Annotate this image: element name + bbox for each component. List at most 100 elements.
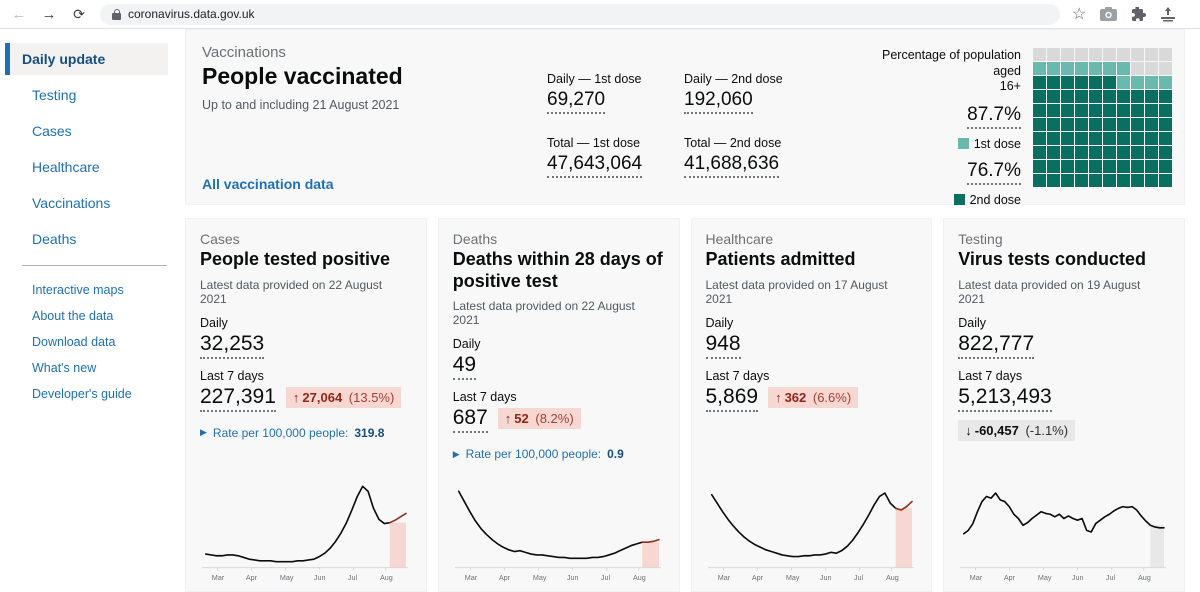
- rate-label: Rate per 100,000 people:: [465, 447, 602, 462]
- waffle-cell: [1047, 62, 1060, 75]
- extensions-puzzle-icon[interactable]: [1131, 6, 1147, 22]
- waffle-cell: [1089, 104, 1102, 117]
- back-icon[interactable]: ←: [10, 6, 28, 23]
- daily-value[interactable]: 49: [452, 353, 477, 381]
- metric-value[interactable]: 41,688,636: [684, 153, 780, 178]
- daily-label: Daily: [200, 315, 228, 330]
- waffle-cell: [1061, 48, 1074, 61]
- latest-incomplete-band: [642, 542, 659, 568]
- waffle-cell: [1145, 146, 1158, 159]
- x-axis-label: Jun: [314, 573, 326, 582]
- trend-line: [710, 492, 897, 558]
- change-badge[interactable]: ↑ 52 (8.2%): [497, 408, 581, 430]
- testing-trend-chart: Mar Apr May Jun Jul Aug: [958, 473, 1170, 591]
- waffle-cell: [1131, 132, 1144, 145]
- second-dose-percentage[interactable]: 76.7%: [967, 160, 1021, 185]
- waffle-cell: [1159, 62, 1172, 75]
- metric-cards-row: Cases People tested positive Latest data p…: [185, 218, 1185, 592]
- daily-value[interactable]: 822,777: [958, 332, 1035, 359]
- latest-incomplete-band: [389, 522, 406, 568]
- waffle-cell: [1089, 174, 1102, 187]
- x-axis-label: Aug: [380, 573, 393, 582]
- change-percent: (8.2%): [531, 411, 574, 427]
- vaccination-metrics: Daily — 1st dose 69,270 Daily — 2nd dose 19…: [547, 72, 819, 192]
- waffle-cell: [1159, 48, 1172, 61]
- x-axis-label: May: [785, 573, 799, 582]
- waffle-cell: [1033, 174, 1046, 187]
- x-axis-label: Mar: [465, 573, 478, 582]
- x-axis-label: Mar: [212, 573, 225, 582]
- waffle-cell: [1117, 146, 1130, 159]
- all-vaccination-data-link[interactable]: All vaccination data: [202, 176, 547, 192]
- metric-value[interactable]: 69,270: [547, 89, 606, 114]
- waffle-cell: [1103, 160, 1116, 173]
- change-badge[interactable]: ↑ 362 (6.6%): [768, 386, 859, 408]
- waffle-cell: [1061, 90, 1074, 103]
- sidebar-item-what-s-new[interactable]: What's new: [22, 356, 185, 380]
- sidebar-item-developer-s-guide[interactable]: Developer's guide: [22, 382, 185, 406]
- change-value: 52: [514, 411, 529, 427]
- waffle-cell: [1131, 62, 1144, 75]
- waffle-cell: [1159, 174, 1172, 187]
- sidebar-item-cases[interactable]: Cases: [22, 115, 185, 147]
- latest-incomplete-band: [1150, 525, 1165, 568]
- daily-value[interactable]: 948: [705, 332, 741, 359]
- sidebar-item-download-data[interactable]: Download data: [22, 330, 185, 354]
- waffle-cell: [1103, 76, 1116, 89]
- sidebar-item-vaccinations[interactable]: Vaccinations: [22, 187, 185, 219]
- metric-value[interactable]: 192,060: [684, 89, 753, 114]
- x-axis-label: Aug: [885, 573, 898, 582]
- waffle-cell: [1145, 132, 1158, 145]
- waffle-cell: [1033, 132, 1046, 145]
- metric-value[interactable]: 47,643,064: [547, 153, 643, 178]
- metric-label: Daily — 1st dose: [547, 72, 642, 86]
- change-value: -60,457: [974, 422, 1019, 438]
- waffle-cell: [1131, 48, 1144, 61]
- daily-value[interactable]: 32,253: [200, 332, 265, 359]
- x-axis-label: Apr: [751, 573, 763, 582]
- waffle-cell: [1159, 118, 1172, 131]
- trend-line-latest-red: [388, 512, 407, 524]
- waffle-cell: [1089, 160, 1102, 173]
- waffle-cell: [1061, 160, 1074, 173]
- waffle-cell: [1075, 104, 1088, 117]
- install-icon[interactable]: [1160, 6, 1176, 22]
- sidebar-item-about-the-data[interactable]: About the data: [22, 304, 185, 328]
- waffle-cell: [1159, 90, 1172, 103]
- bookmark-star-icon[interactable]: ☆: [1072, 4, 1086, 24]
- week-value[interactable]: 5,869: [705, 385, 759, 412]
- week-value[interactable]: 687: [452, 406, 488, 434]
- vaccination-metric: Daily — 1st dose 69,270: [547, 72, 682, 114]
- week-value[interactable]: 5,213,493: [958, 385, 1052, 412]
- waffle-cell: [1033, 48, 1046, 61]
- sidebar-item-daily-update[interactable]: Daily update: [5, 43, 168, 75]
- daily-label: Daily: [705, 315, 734, 330]
- address-bar[interactable]: coronavirus.data.gov.uk: [100, 3, 1060, 25]
- sidebar-nav: Daily update Testing Cases Healthcare Vaccin…: [0, 29, 185, 592]
- camera-icon[interactable]: [1100, 7, 1118, 21]
- waffle-cell: [1131, 174, 1144, 187]
- deaths-trend-chart: Mar Apr May Jun Jul Aug: [453, 473, 665, 591]
- waffle-cell: [1145, 104, 1158, 117]
- rate-per-100k-row[interactable]: ▶ Rate per 100,000 people: 0.9: [453, 447, 665, 461]
- waffle-cell: [1075, 118, 1088, 131]
- rate-per-100k-row[interactable]: ▶ Rate per 100,000 people: 319.8: [200, 426, 412, 440]
- first-dose-percentage[interactable]: 87.7%: [967, 104, 1021, 129]
- hero-caption: Vaccinations: [202, 44, 286, 61]
- trend-line: [963, 492, 1166, 535]
- waffle-cell: [1047, 174, 1060, 187]
- sidebar-item-healthcare[interactable]: Healthcare: [22, 151, 185, 183]
- sidebar-item-testing[interactable]: Testing: [22, 79, 185, 111]
- week-value[interactable]: 227,391: [200, 385, 276, 412]
- change-badge[interactable]: ↑ 27,064 (13.5%): [285, 386, 402, 408]
- forward-icon[interactable]: →: [40, 6, 58, 23]
- waffle-cell: [1117, 132, 1130, 145]
- sidebar-item-interactive-maps[interactable]: Interactive maps: [22, 278, 185, 302]
- waffle-cell: [1131, 146, 1144, 159]
- waffle-cell: [1061, 76, 1074, 89]
- waffle-cell: [1117, 174, 1130, 187]
- reload-icon[interactable]: ⟳: [70, 6, 88, 23]
- sidebar-item-deaths[interactable]: Deaths: [22, 223, 185, 255]
- cases-card: Cases People tested positive Latest data p…: [185, 218, 427, 592]
- change-badge[interactable]: ↓ -60,457 (-1.1%): [958, 419, 1076, 441]
